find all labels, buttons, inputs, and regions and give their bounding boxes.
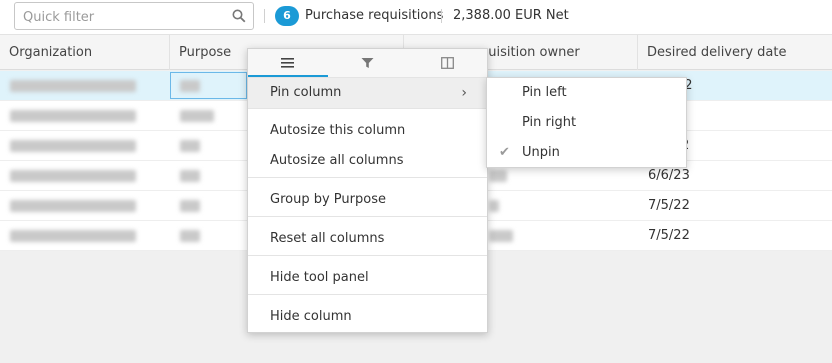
redacted-owner	[489, 200, 499, 212]
redacted-organization	[10, 170, 136, 182]
menu-divider	[248, 294, 487, 295]
tab-general[interactable]	[248, 49, 328, 77]
toolbar: 6 Purchase requisitions 2,388.00 EUR Net	[0, 0, 832, 34]
menu-divider	[248, 216, 487, 217]
toolbar-divider	[441, 9, 442, 23]
submenu-item-pin-right[interactable]: Pin right	[487, 108, 686, 138]
net-total: 2,388.00 EUR Net	[453, 8, 569, 23]
chevron-right-icon: ›	[461, 85, 467, 101]
redacted-purpose	[180, 230, 200, 242]
redacted-purpose	[180, 170, 200, 182]
menu-item-autosize-this[interactable]: Autosize this column	[248, 116, 487, 146]
header-organization[interactable]: Organization	[0, 35, 170, 70]
redacted-organization	[10, 80, 136, 92]
quick-filter[interactable]	[14, 2, 254, 30]
toolbar-divider	[264, 9, 265, 23]
column-menu: Pin column › Autosize this column Autosi…	[247, 48, 488, 333]
menu-item-hide-tool-panel[interactable]: Hide tool panel	[248, 263, 487, 293]
menu-divider	[248, 177, 487, 178]
submenu-item-pin-left[interactable]: Pin left	[487, 78, 686, 108]
column-menu-tabs	[248, 49, 487, 78]
delivery-date: 7/5/22	[648, 198, 690, 213]
tab-columns[interactable]	[408, 49, 488, 77]
menu-item-autosize-all[interactable]: Autosize all columns	[248, 146, 487, 176]
redacted-purpose	[180, 80, 200, 92]
redacted-purpose	[180, 110, 214, 122]
pin-submenu: Pin left Pin right ✔ Unpin	[486, 77, 687, 168]
menu-icon	[281, 58, 294, 68]
redacted-organization	[10, 140, 136, 152]
submenu-item-label: Unpin	[522, 145, 560, 160]
redacted-purpose	[180, 200, 200, 212]
header-desired-delivery-date[interactable]: Desired delivery date	[638, 35, 832, 70]
filter-icon	[361, 58, 374, 68]
quick-filter-input[interactable]	[21, 6, 225, 28]
menu-divider	[248, 255, 487, 256]
menu-item-pin-column[interactable]: Pin column ›	[248, 78, 487, 108]
menu-divider	[248, 108, 487, 109]
redacted-purpose	[180, 140, 200, 152]
menu-item-hide-column[interactable]: Hide column	[248, 302, 487, 332]
menu-item-group-by[interactable]: Group by Purpose	[248, 185, 487, 215]
requisitions-count-badge: 6	[275, 6, 299, 26]
search-icon[interactable]	[232, 9, 246, 23]
menu-item-label: Pin column	[270, 85, 342, 100]
checkmark-icon: ✔	[499, 145, 510, 160]
redacted-organization	[10, 230, 136, 242]
redacted-organization	[10, 200, 136, 212]
columns-icon	[441, 57, 454, 69]
submenu-item-unpin[interactable]: ✔ Unpin	[487, 138, 686, 168]
menu-item-reset-columns[interactable]: Reset all columns	[248, 224, 487, 254]
requisitions-label: Purchase requisitions	[305, 8, 444, 23]
redacted-owner	[489, 230, 513, 242]
tab-filter[interactable]	[328, 49, 408, 77]
redacted-owner	[489, 170, 507, 182]
redacted-organization	[10, 110, 136, 122]
delivery-date: 7/5/22	[648, 228, 690, 243]
